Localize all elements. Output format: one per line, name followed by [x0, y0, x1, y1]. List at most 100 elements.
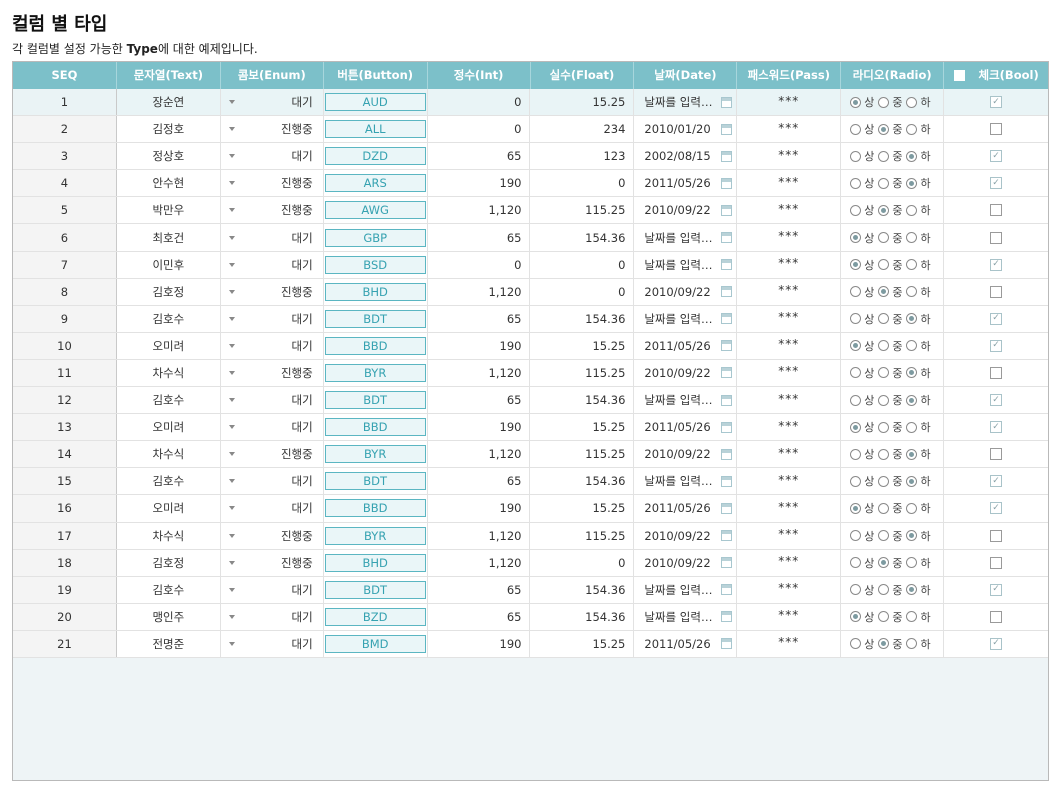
- radio-option[interactable]: 하: [906, 392, 931, 408]
- row-checkbox[interactable]: [990, 529, 1003, 542]
- chevron-down-icon[interactable]: [228, 452, 235, 457]
- enum-combo[interactable]: 진행중: [221, 441, 324, 468]
- radio-option[interactable]: 상: [850, 284, 874, 300]
- radio-option[interactable]: 상: [850, 121, 874, 137]
- chevron-down-icon[interactable]: [228, 235, 235, 240]
- table-row[interactable]: 1 장순연 대기 AUD 0 15.25 날짜를 입력… *** 상 중 하 ✓: [13, 89, 1048, 117]
- radio-button[interactable]: [906, 448, 918, 460]
- calendar-icon[interactable]: [721, 204, 733, 216]
- float-cell[interactable]: 0: [530, 251, 635, 278]
- date-cell[interactable]: 2011/05/26: [634, 630, 738, 657]
- radio-option[interactable]: 중: [878, 555, 902, 571]
- row-checkbox[interactable]: [990, 448, 1003, 461]
- radio-button[interactable]: [906, 204, 918, 216]
- calendar-icon[interactable]: [721, 177, 733, 189]
- radio-button[interactable]: [906, 232, 918, 244]
- password-cell[interactable]: ***: [737, 170, 842, 197]
- table-row[interactable]: 5 박만우 진행중 AWG 1,120 115.25 2010/09/22 *** 상 중 하: [13, 197, 1048, 225]
- header-float[interactable]: 실수(Float): [531, 62, 635, 89]
- table-row[interactable]: 7 이민후 대기 BSD 0 0 날짜를 입력… *** 상 중 하 ✓: [13, 251, 1048, 279]
- radio-button[interactable]: [850, 340, 862, 352]
- radio-option[interactable]: 상: [850, 311, 874, 327]
- enum-combo[interactable]: 진행중: [221, 549, 324, 576]
- date-cell[interactable]: 2010/09/22: [634, 197, 738, 224]
- radio-option[interactable]: 하: [906, 609, 931, 625]
- chevron-down-icon[interactable]: [228, 100, 235, 105]
- enum-combo[interactable]: 대기: [221, 468, 324, 495]
- row-action-button[interactable]: BBD: [324, 499, 426, 518]
- text-cell[interactable]: 김호수: [117, 576, 221, 603]
- enum-combo[interactable]: 대기: [221, 630, 324, 657]
- date-cell[interactable]: 2011/05/26: [634, 170, 738, 197]
- calendar-icon[interactable]: [721, 502, 733, 514]
- calendar-icon[interactable]: [721, 475, 733, 487]
- radio-button[interactable]: [906, 340, 918, 352]
- radio-option[interactable]: 상: [850, 582, 874, 598]
- enum-combo[interactable]: 대기: [221, 251, 324, 278]
- date-cell[interactable]: 날짜를 입력…: [634, 224, 738, 251]
- row-action-button[interactable]: ARS: [324, 174, 426, 193]
- password-cell[interactable]: ***: [737, 197, 842, 224]
- int-cell[interactable]: 1,120: [428, 359, 531, 387]
- text-cell[interactable]: 차수식: [117, 441, 221, 468]
- int-cell[interactable]: 190: [428, 495, 531, 522]
- chevron-down-icon[interactable]: [228, 262, 235, 267]
- radio-button[interactable]: [906, 421, 918, 433]
- float-cell[interactable]: 0: [530, 549, 635, 576]
- float-cell[interactable]: 154.36: [530, 387, 635, 414]
- table-row[interactable]: 4 안수현 진행중 ARS 190 0 2011/05/26 *** 상 중 하 ✓: [13, 170, 1048, 198]
- password-cell[interactable]: ***: [737, 549, 842, 576]
- date-cell[interactable]: 2010/09/22: [634, 522, 738, 549]
- radio-button[interactable]: [850, 421, 862, 433]
- radio-button[interactable]: [878, 340, 890, 352]
- int-cell[interactable]: 0: [428, 116, 531, 143]
- radio-option[interactable]: 중: [878, 500, 902, 516]
- radio-option[interactable]: 하: [906, 311, 931, 327]
- radio-button[interactable]: [906, 367, 918, 379]
- radio-option[interactable]: 중: [878, 582, 902, 598]
- chevron-down-icon[interactable]: [228, 370, 235, 375]
- radio-option[interactable]: 중: [878, 311, 902, 327]
- enum-combo[interactable]: 대기: [221, 576, 324, 603]
- radio-button[interactable]: [906, 123, 918, 135]
- chevron-down-icon[interactable]: [228, 154, 235, 159]
- text-cell[interactable]: 김호정: [117, 549, 221, 576]
- radio-option[interactable]: 상: [850, 636, 874, 652]
- radio-button[interactable]: [850, 475, 862, 487]
- row-action-button[interactable]: BSD: [324, 255, 426, 274]
- radio-button[interactable]: [878, 557, 890, 569]
- text-cell[interactable]: 이민후: [117, 251, 221, 278]
- radio-option[interactable]: 중: [878, 175, 902, 191]
- radio-button[interactable]: [878, 367, 890, 379]
- radio-button[interactable]: [878, 259, 890, 271]
- radio-button[interactable]: [906, 611, 918, 623]
- password-cell[interactable]: ***: [737, 332, 842, 359]
- table-row[interactable]: 20 맹인주 대기 BZD 65 154.36 날짜를 입력… *** 상 중 하: [13, 603, 1048, 631]
- calendar-icon[interactable]: [721, 584, 733, 596]
- radio-option[interactable]: 하: [906, 94, 931, 110]
- int-cell[interactable]: 190: [428, 332, 531, 359]
- table-row[interactable]: 14 차수식 진행중 BYR 1,120 115.25 2010/09/22 *** 상 중 하: [13, 441, 1048, 469]
- radio-button[interactable]: [878, 421, 890, 433]
- calendar-icon[interactable]: [721, 96, 733, 108]
- radio-button[interactable]: [850, 367, 862, 379]
- row-action-button[interactable]: BBD: [324, 418, 426, 437]
- radio-option[interactable]: 중: [878, 473, 902, 489]
- radio-option[interactable]: 상: [850, 230, 874, 246]
- row-action-button[interactable]: BDT: [324, 309, 426, 328]
- text-cell[interactable]: 차수식: [117, 359, 221, 387]
- enum-combo[interactable]: 대기: [221, 224, 324, 251]
- enum-combo[interactable]: 대기: [221, 143, 324, 170]
- int-cell[interactable]: 190: [428, 630, 531, 657]
- radio-option[interactable]: 하: [906, 284, 931, 300]
- calendar-icon[interactable]: [721, 638, 733, 650]
- radio-option[interactable]: 하: [906, 148, 931, 164]
- radio-option[interactable]: 상: [850, 202, 874, 218]
- radio-button[interactable]: [878, 530, 890, 542]
- radio-button[interactable]: [906, 394, 918, 406]
- row-action-button[interactable]: BYR: [324, 445, 426, 464]
- table-row[interactable]: 11 차수식 진행중 BYR 1,120 115.25 2010/09/22 *** 상 중 하: [13, 359, 1048, 388]
- table-row[interactable]: 16 오미려 대기 BBD 190 15.25 2011/05/26 *** 상 중 하 ✓: [13, 495, 1048, 523]
- text-cell[interactable]: 오미려: [117, 495, 221, 522]
- password-cell[interactable]: ***: [737, 468, 842, 495]
